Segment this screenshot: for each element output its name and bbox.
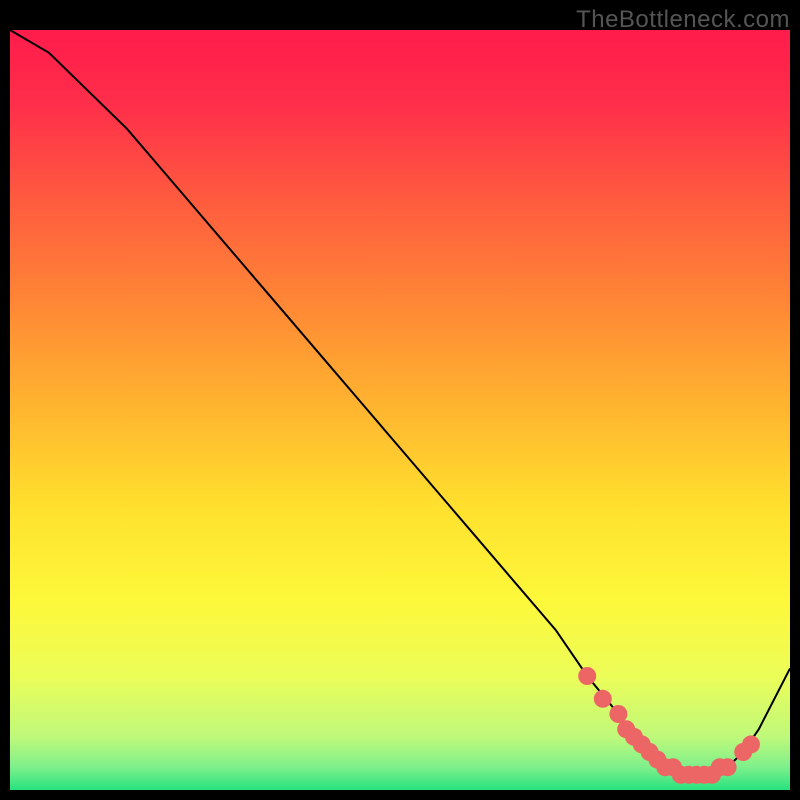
chart-svg [0,0,800,800]
marker-dot [609,705,627,723]
plot-background [10,30,790,790]
marker-dot [719,758,737,776]
marker-dot [742,735,760,753]
watermark-text: TheBottleneck.com [576,6,790,34]
marker-dot [594,690,612,708]
marker-dot [578,667,596,685]
chart-container: TheBottleneck.com [0,0,800,800]
